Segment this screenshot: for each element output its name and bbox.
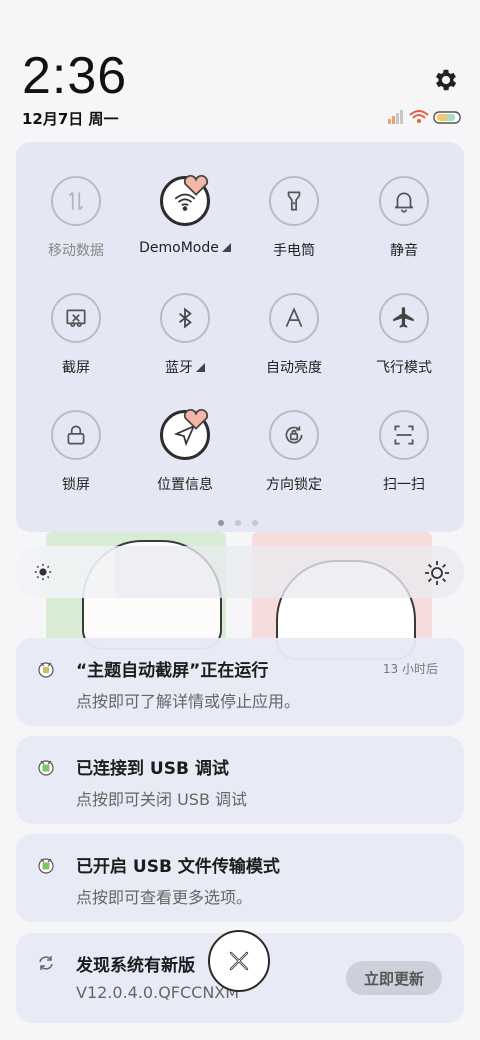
- tile-location[interactable]: 位置信息: [135, 408, 235, 494]
- clock: 2:36: [22, 47, 128, 105]
- quick-settings-panel: 移动数据 DemoMode 手电筒 静音 截屏 蓝牙 自动亮度 飞行模式 锁屏 …: [16, 142, 464, 532]
- notification-title: 已连接到 USB 调试: [76, 759, 229, 779]
- tile-rotation-lock[interactable]: 方向锁定: [244, 410, 344, 494]
- signal-icon: [388, 110, 403, 124]
- tile-wifi[interactable]: DemoMode: [135, 174, 235, 256]
- battery-icon: [433, 111, 461, 124]
- notification-body: V12.0.4.0.QFCCNXM: [76, 983, 240, 1002]
- notification-theme-screenshot[interactable]: “主题自动截屏”正在运行 13 小时后 点按即可了解详情或停止应用。: [16, 638, 464, 726]
- tile-airplane[interactable]: 飞行模式: [354, 293, 454, 377]
- brightness-low-icon: [34, 563, 52, 581]
- wifi-icon: [160, 174, 210, 226]
- notification-title: 发现系统有新版: [76, 956, 195, 976]
- android-app-icon: [38, 760, 54, 776]
- airplane-icon: [379, 293, 429, 343]
- tile-lock-screen[interactable]: 锁屏: [26, 410, 126, 494]
- notification-time: 13 小时后: [382, 662, 438, 676]
- notification-body: 点按即可查看更多选项。: [76, 888, 253, 907]
- status-icons: [386, 108, 466, 126]
- tile-screenshot[interactable]: 截屏: [26, 293, 126, 377]
- location-icon: [160, 408, 210, 460]
- tile-label: 手电筒: [273, 243, 315, 259]
- tile-label: 锁屏: [62, 477, 90, 493]
- update-now-button[interactable]: 立即更新: [346, 961, 442, 995]
- mobile-data-icon: [51, 176, 101, 226]
- page-dot: [235, 520, 241, 526]
- brightness-slider-fill: [16, 546, 115, 598]
- system-update-icon: [39, 956, 53, 970]
- heart-icon: [183, 408, 209, 430]
- tile-label: 飞行模式: [376, 360, 432, 376]
- tile-label: 位置信息: [157, 477, 213, 493]
- tile-label: 静音: [390, 243, 418, 259]
- lock-icon: [51, 410, 101, 460]
- tile-label: 自动亮度: [266, 360, 322, 376]
- tile-flashlight[interactable]: 手电筒: [244, 176, 344, 260]
- auto-brightness-icon: [269, 293, 319, 343]
- tile-bluetooth[interactable]: 蓝牙: [135, 293, 235, 377]
- tile-auto-brightness[interactable]: 自动亮度: [244, 293, 344, 377]
- wifi-status-icon: [409, 110, 429, 123]
- scan-icon: [379, 410, 429, 460]
- tile-mobile-data[interactable]: 移动数据: [26, 176, 126, 260]
- close-icon: [229, 951, 249, 971]
- tile-label: DemoMode: [135, 240, 235, 256]
- tile-scan[interactable]: 扫一扫: [354, 410, 454, 494]
- notification-usb-transfer[interactable]: 已开启 USB 文件传输模式 点按即可查看更多选项。: [16, 834, 464, 922]
- tile-label: 蓝牙: [135, 357, 235, 377]
- flashlight-icon: [269, 176, 319, 226]
- page-dot: [218, 520, 224, 526]
- notification-title: “主题自动截屏”正在运行: [76, 661, 269, 681]
- page-dot: [252, 520, 258, 526]
- page-indicator[interactable]: [218, 520, 258, 526]
- tile-label: 扫一扫: [383, 477, 425, 493]
- bluetooth-icon: [160, 293, 210, 343]
- notification-body: 点按即可了解详情或停止应用。: [76, 692, 301, 711]
- brightness-slider[interactable]: [16, 546, 464, 598]
- heart-icon: [183, 174, 209, 196]
- tile-label: 移动数据: [48, 243, 104, 259]
- notification-usb-debug[interactable]: 已连接到 USB 调试 点按即可关闭 USB 调试: [16, 736, 464, 824]
- expand-triangle-icon: [196, 363, 205, 372]
- tile-silent[interactable]: 静音: [354, 176, 454, 260]
- screenshot-icon: [51, 293, 101, 343]
- tile-label: 方向锁定: [266, 477, 322, 493]
- android-app-icon: [38, 858, 54, 874]
- settings-gear-icon[interactable]: [432, 66, 460, 94]
- rotation-lock-icon: [269, 410, 319, 460]
- tile-label: 截屏: [62, 360, 90, 376]
- date: 12月7日 周一: [22, 110, 119, 128]
- brightness-high-icon: [425, 561, 449, 585]
- bell-icon: [379, 176, 429, 226]
- notification-title: 已开启 USB 文件传输模式: [76, 857, 280, 877]
- notification-body: 点按即可关闭 USB 调试: [76, 790, 248, 809]
- expand-triangle-icon: [221, 243, 231, 252]
- clear-all-button[interactable]: [208, 930, 270, 992]
- app-icon: [38, 662, 54, 678]
